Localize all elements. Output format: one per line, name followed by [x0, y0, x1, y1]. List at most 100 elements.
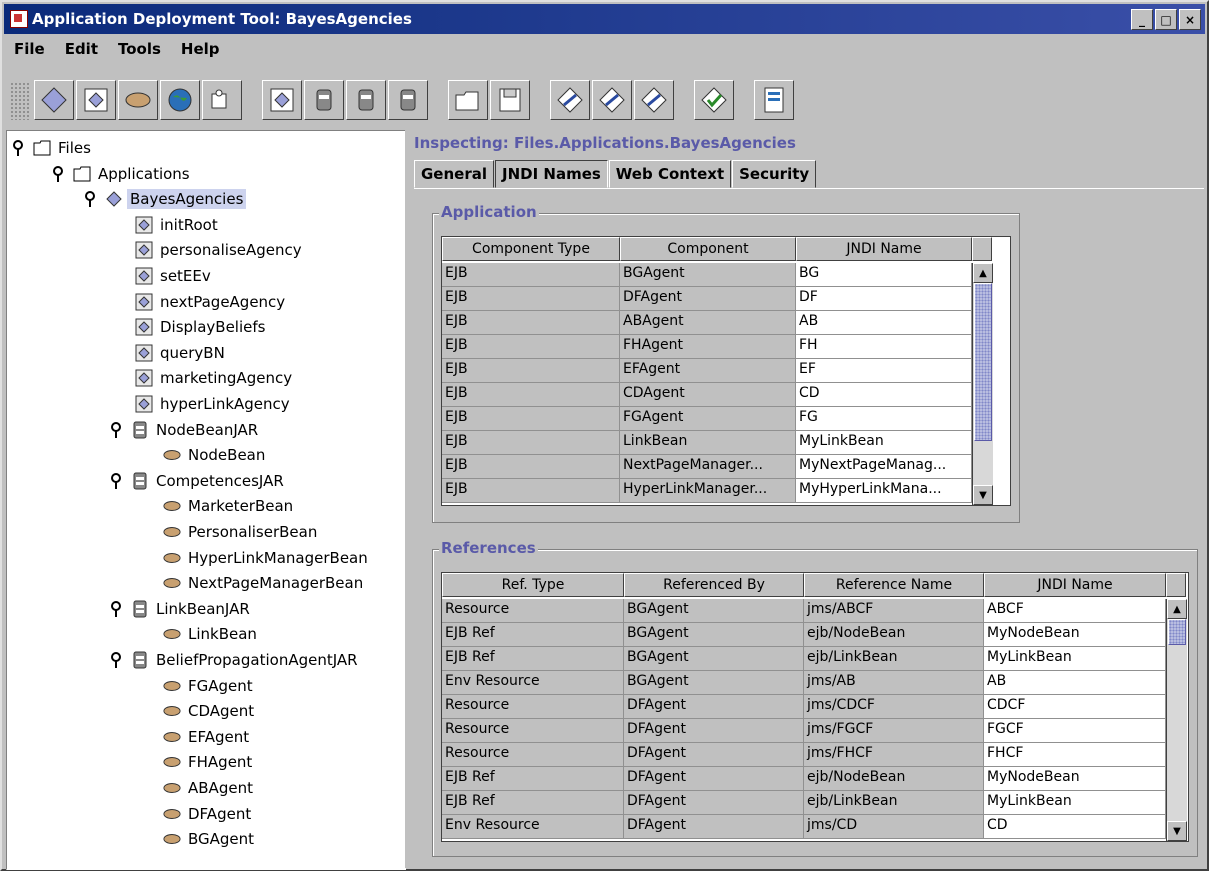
- table-row[interactable]: Env Resource DFAgent jms/CD CD: [442, 815, 1166, 839]
- table-cell[interactable]: AB: [796, 311, 972, 335]
- tree-node-component[interactable]: DisplayBeliefs: [135, 316, 268, 338]
- table-cell[interactable]: CDCF: [984, 695, 1166, 719]
- vertical-scrollbar[interactable]: ▲ ▼: [972, 263, 993, 505]
- tree-node-jar[interactable]: LinkBeanJAR: [109, 598, 253, 620]
- table-row[interactable]: EJB FGAgent FG: [442, 407, 972, 431]
- table-row[interactable]: EJB DFAgent DF: [442, 287, 972, 311]
- tree-node-bean[interactable]: MarketerBean: [163, 495, 296, 517]
- table-cell[interactable]: MyLinkBean: [984, 647, 1166, 671]
- menu-help[interactable]: Help: [171, 36, 230, 62]
- scroll-up-icon[interactable]: ▲: [1167, 599, 1187, 619]
- table-row[interactable]: Resource BGAgent jms/ABCF ABCF: [442, 599, 1166, 623]
- table-cell[interactable]: MyNodeBean: [984, 767, 1166, 791]
- table-cell[interactable]: BG: [796, 263, 972, 287]
- table-cell[interactable]: ABCF: [984, 599, 1166, 623]
- table-row[interactable]: EJB Ref DFAgent ejb/LinkBean MyLinkBean: [442, 791, 1166, 815]
- expand-toggle-icon[interactable]: [83, 190, 97, 208]
- ref-column-header[interactable]: Reference Name: [804, 573, 984, 597]
- deploy-button[interactable]: [550, 80, 590, 120]
- open-button[interactable]: [448, 80, 488, 120]
- maximize-button[interactable]: □: [1155, 9, 1177, 30]
- new-component-button[interactable]: [76, 80, 116, 120]
- tree-node-bean[interactable]: NextPageManagerBean: [163, 572, 366, 594]
- table-cell[interactable]: FG: [796, 407, 972, 431]
- tree-node-bean[interactable]: DFAgent: [163, 803, 254, 825]
- table-row[interactable]: EJB Ref BGAgent ejb/NodeBean MyNodeBean: [442, 623, 1166, 647]
- tree-node-jar[interactable]: BeliefPropagationAgentJAR: [109, 649, 361, 671]
- verify-button[interactable]: [694, 80, 734, 120]
- table-row[interactable]: EJB BGAgent BG: [442, 263, 972, 287]
- tree-node-bean[interactable]: HyperLinkManagerBean: [163, 547, 371, 569]
- tree-node-bean[interactable]: FHAgent: [163, 751, 255, 773]
- table-row[interactable]: Env Resource BGAgent jms/AB AB: [442, 671, 1166, 695]
- table-cell[interactable]: MyLinkBean: [984, 791, 1166, 815]
- vertical-scrollbar[interactable]: ▲ ▼: [1166, 599, 1187, 841]
- undeploy-button[interactable]: [634, 80, 674, 120]
- tree-node-bean[interactable]: ABAgent: [163, 777, 256, 799]
- table-row[interactable]: EJB ABAgent AB: [442, 311, 972, 335]
- table-cell[interactable]: CD: [796, 383, 972, 407]
- close-button[interactable]: ×: [1179, 9, 1201, 30]
- tree-node-component[interactable]: personaliseAgency: [135, 239, 305, 261]
- add-client-jar-button[interactable]: [388, 80, 428, 120]
- table-cell[interactable]: AB: [984, 671, 1166, 695]
- table-cell[interactable]: FHCF: [984, 743, 1166, 767]
- table-cell[interactable]: MyLinkBean: [796, 431, 972, 455]
- scroll-up-icon[interactable]: ▲: [973, 263, 993, 283]
- tree-node-component[interactable]: queryBN: [135, 342, 228, 364]
- server-button[interactable]: [754, 80, 794, 120]
- tree-node-bean[interactable]: PersonaliserBean: [163, 521, 320, 543]
- scroll-thumb[interactable]: [1168, 619, 1186, 645]
- table-row[interactable]: EJB Ref DFAgent ejb/NodeBean MyNodeBean: [442, 767, 1166, 791]
- table-row[interactable]: EJB Ref BGAgent ejb/LinkBean MyLinkBean: [442, 647, 1166, 671]
- tree-node-component[interactable]: setEEv: [135, 265, 214, 287]
- tree-node-bean[interactable]: EFAgent: [163, 726, 252, 748]
- table-row[interactable]: EJB FHAgent FH: [442, 335, 972, 359]
- tree-node-bean[interactable]: NodeBean: [163, 444, 268, 466]
- app-column-header[interactable]: Component: [620, 237, 796, 261]
- ref-column-header[interactable]: Ref. Type: [442, 573, 624, 597]
- new-web-button[interactable]: [160, 80, 200, 120]
- save-button[interactable]: [490, 80, 530, 120]
- table-cell[interactable]: CD: [984, 815, 1166, 839]
- table-row[interactable]: EJB LinkBean MyLinkBean: [442, 431, 972, 455]
- tree-node-jar[interactable]: CompetencesJAR: [109, 470, 287, 492]
- table-row[interactable]: EJB HyperLinkManager... MyHyperLinkMana...: [442, 479, 972, 503]
- table-cell[interactable]: MyHyperLinkMana...: [796, 479, 972, 503]
- split-divider[interactable]: [405, 130, 411, 868]
- expand-toggle-icon[interactable]: [109, 472, 123, 490]
- new-application-button[interactable]: [34, 80, 74, 120]
- new-client-button[interactable]: [202, 80, 242, 120]
- tab-general[interactable]: General: [414, 160, 494, 188]
- add-web-jar-button[interactable]: [346, 80, 386, 120]
- tree-node-bayesagencies[interactable]: BayesAgencies: [83, 188, 247, 210]
- table-row[interactable]: EJB CDAgent CD: [442, 383, 972, 407]
- scroll-down-icon[interactable]: ▼: [1167, 821, 1187, 841]
- app-column-header[interactable]: Component Type: [442, 237, 620, 261]
- tree-node-component[interactable]: marketingAgency: [135, 367, 295, 389]
- expand-toggle-icon[interactable]: [51, 165, 65, 183]
- minimize-button[interactable]: _: [1131, 9, 1153, 30]
- table-cell[interactable]: DF: [796, 287, 972, 311]
- new-bean-button[interactable]: [118, 80, 158, 120]
- tree-node-bean[interactable]: CDAgent: [163, 700, 257, 722]
- menu-edit[interactable]: Edit: [55, 36, 108, 62]
- table-row[interactable]: Resource DFAgent jms/FGCF FGCF: [442, 719, 1166, 743]
- table-cell[interactable]: MyNodeBean: [984, 623, 1166, 647]
- table-row[interactable]: Resource DFAgent jms/FHCF FHCF: [442, 743, 1166, 767]
- tab-security[interactable]: Security: [732, 160, 817, 188]
- table-cell[interactable]: FGCF: [984, 719, 1166, 743]
- tree-node-bean[interactable]: FGAgent: [163, 675, 256, 697]
- add-diamond-button[interactable]: [262, 80, 302, 120]
- expand-toggle-icon[interactable]: [109, 421, 123, 439]
- tab-jndi-names[interactable]: JNDI Names: [495, 160, 608, 188]
- table-row[interactable]: Resource DFAgent jms/CDCF CDCF: [442, 695, 1166, 719]
- tree-node-component[interactable]: hyperLinkAgency: [135, 393, 293, 415]
- app-column-header[interactable]: JNDI Name: [796, 237, 972, 261]
- tree-node-applications[interactable]: Applications: [51, 163, 193, 185]
- expand-toggle-icon[interactable]: [11, 139, 25, 157]
- table-row[interactable]: EJB NextPageManager... MyNextPageManag...: [442, 455, 972, 479]
- tree-node-bean[interactable]: BGAgent: [163, 828, 257, 850]
- expand-toggle-icon[interactable]: [109, 600, 123, 618]
- add-jar-button[interactable]: [304, 80, 344, 120]
